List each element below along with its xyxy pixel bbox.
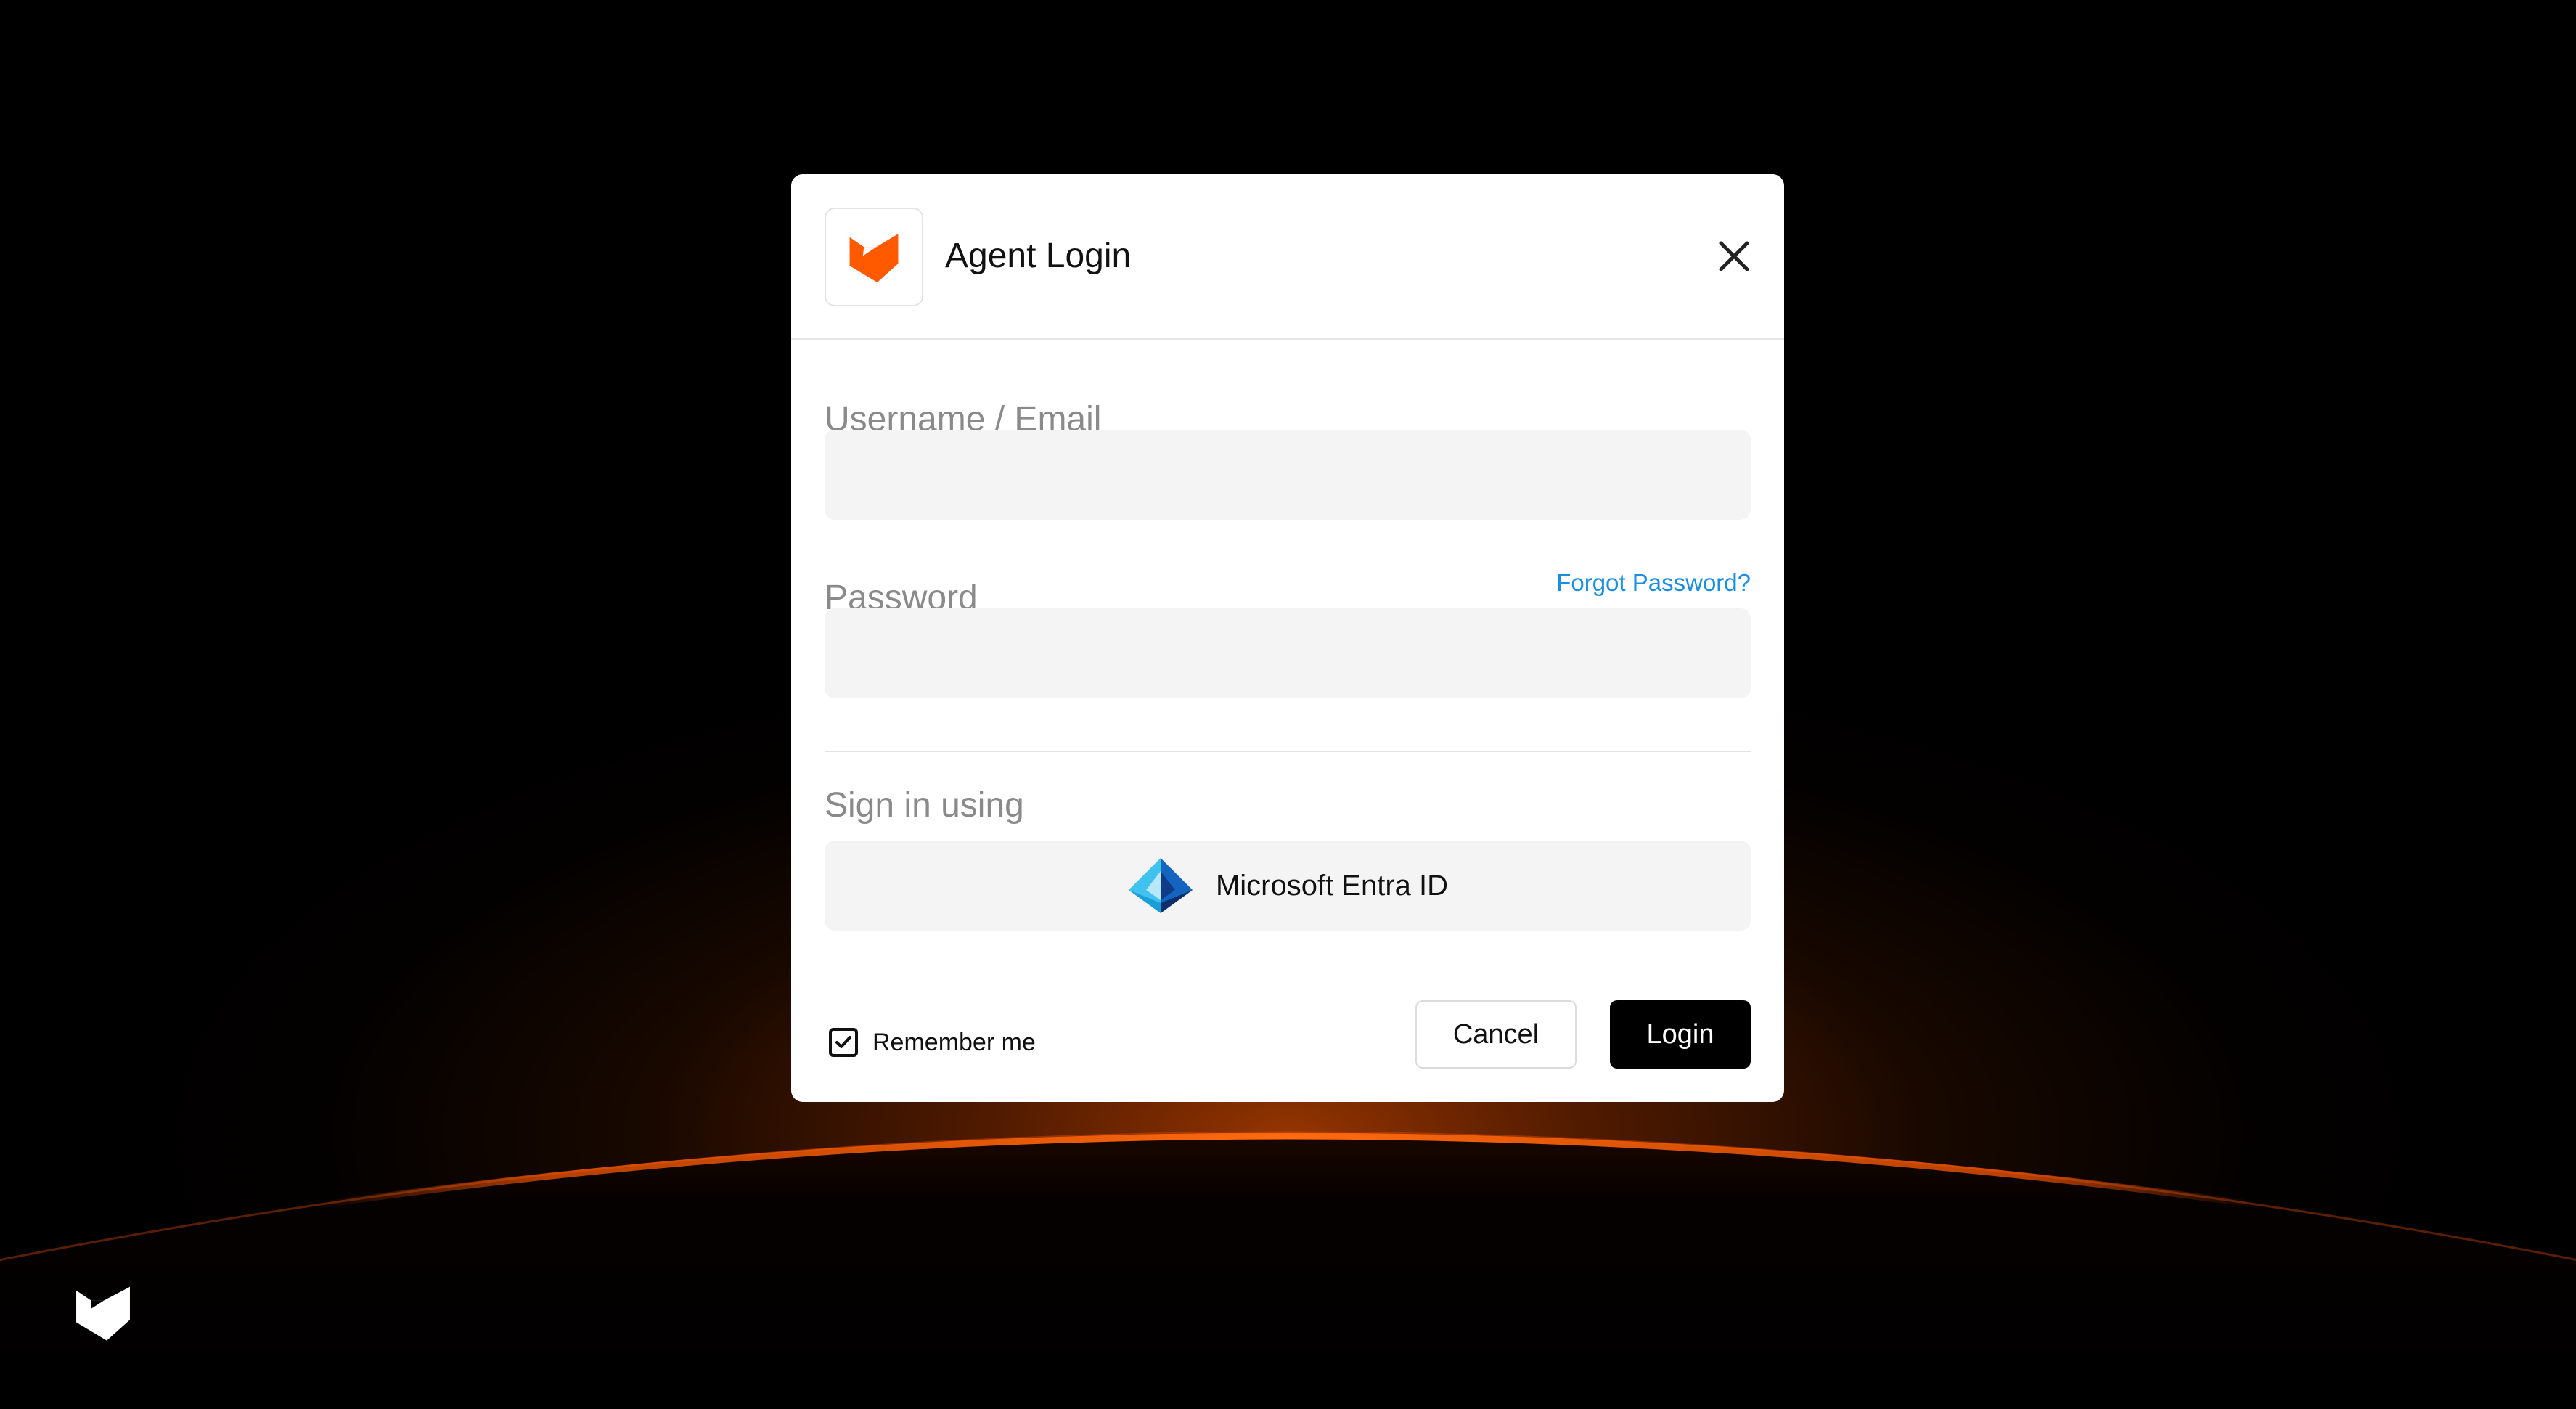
dialog-title: Agent Login: [945, 237, 1132, 275]
remember-me-checkbox[interactable]: Remember me: [829, 1019, 1036, 1066]
username-input[interactable]: [825, 430, 1751, 520]
login-screen: Agent Login Username / Email Password Fo…: [0, 0, 2576, 1409]
remember-me-label: Remember me: [872, 1028, 1036, 1056]
brand-shield-logo-icon: [825, 208, 923, 306]
sign-in-using-label: Sign in using: [825, 786, 1024, 825]
agent-login-dialog: Agent Login Username / Email Password Fo…: [791, 174, 1784, 1102]
cancel-button[interactable]: Cancel: [1415, 1000, 1577, 1069]
microsoft-entra-id-icon: [1127, 857, 1194, 915]
sso-provider-label: Microsoft Entra ID: [1215, 869, 1449, 902]
forgot-password-link[interactable]: Forgot Password?: [1556, 565, 1751, 601]
dialog-header: Agent Login: [791, 174, 1784, 340]
brand-logo-icon: [73, 1282, 134, 1343]
close-icon[interactable]: [1703, 225, 1765, 287]
login-button[interactable]: Login: [1610, 1000, 1751, 1069]
password-input[interactable]: [825, 608, 1751, 698]
checkbox-checked-icon[interactable]: [829, 1028, 858, 1057]
microsoft-entra-id-button[interactable]: Microsoft Entra ID: [825, 841, 1751, 931]
divider: [825, 751, 1751, 752]
